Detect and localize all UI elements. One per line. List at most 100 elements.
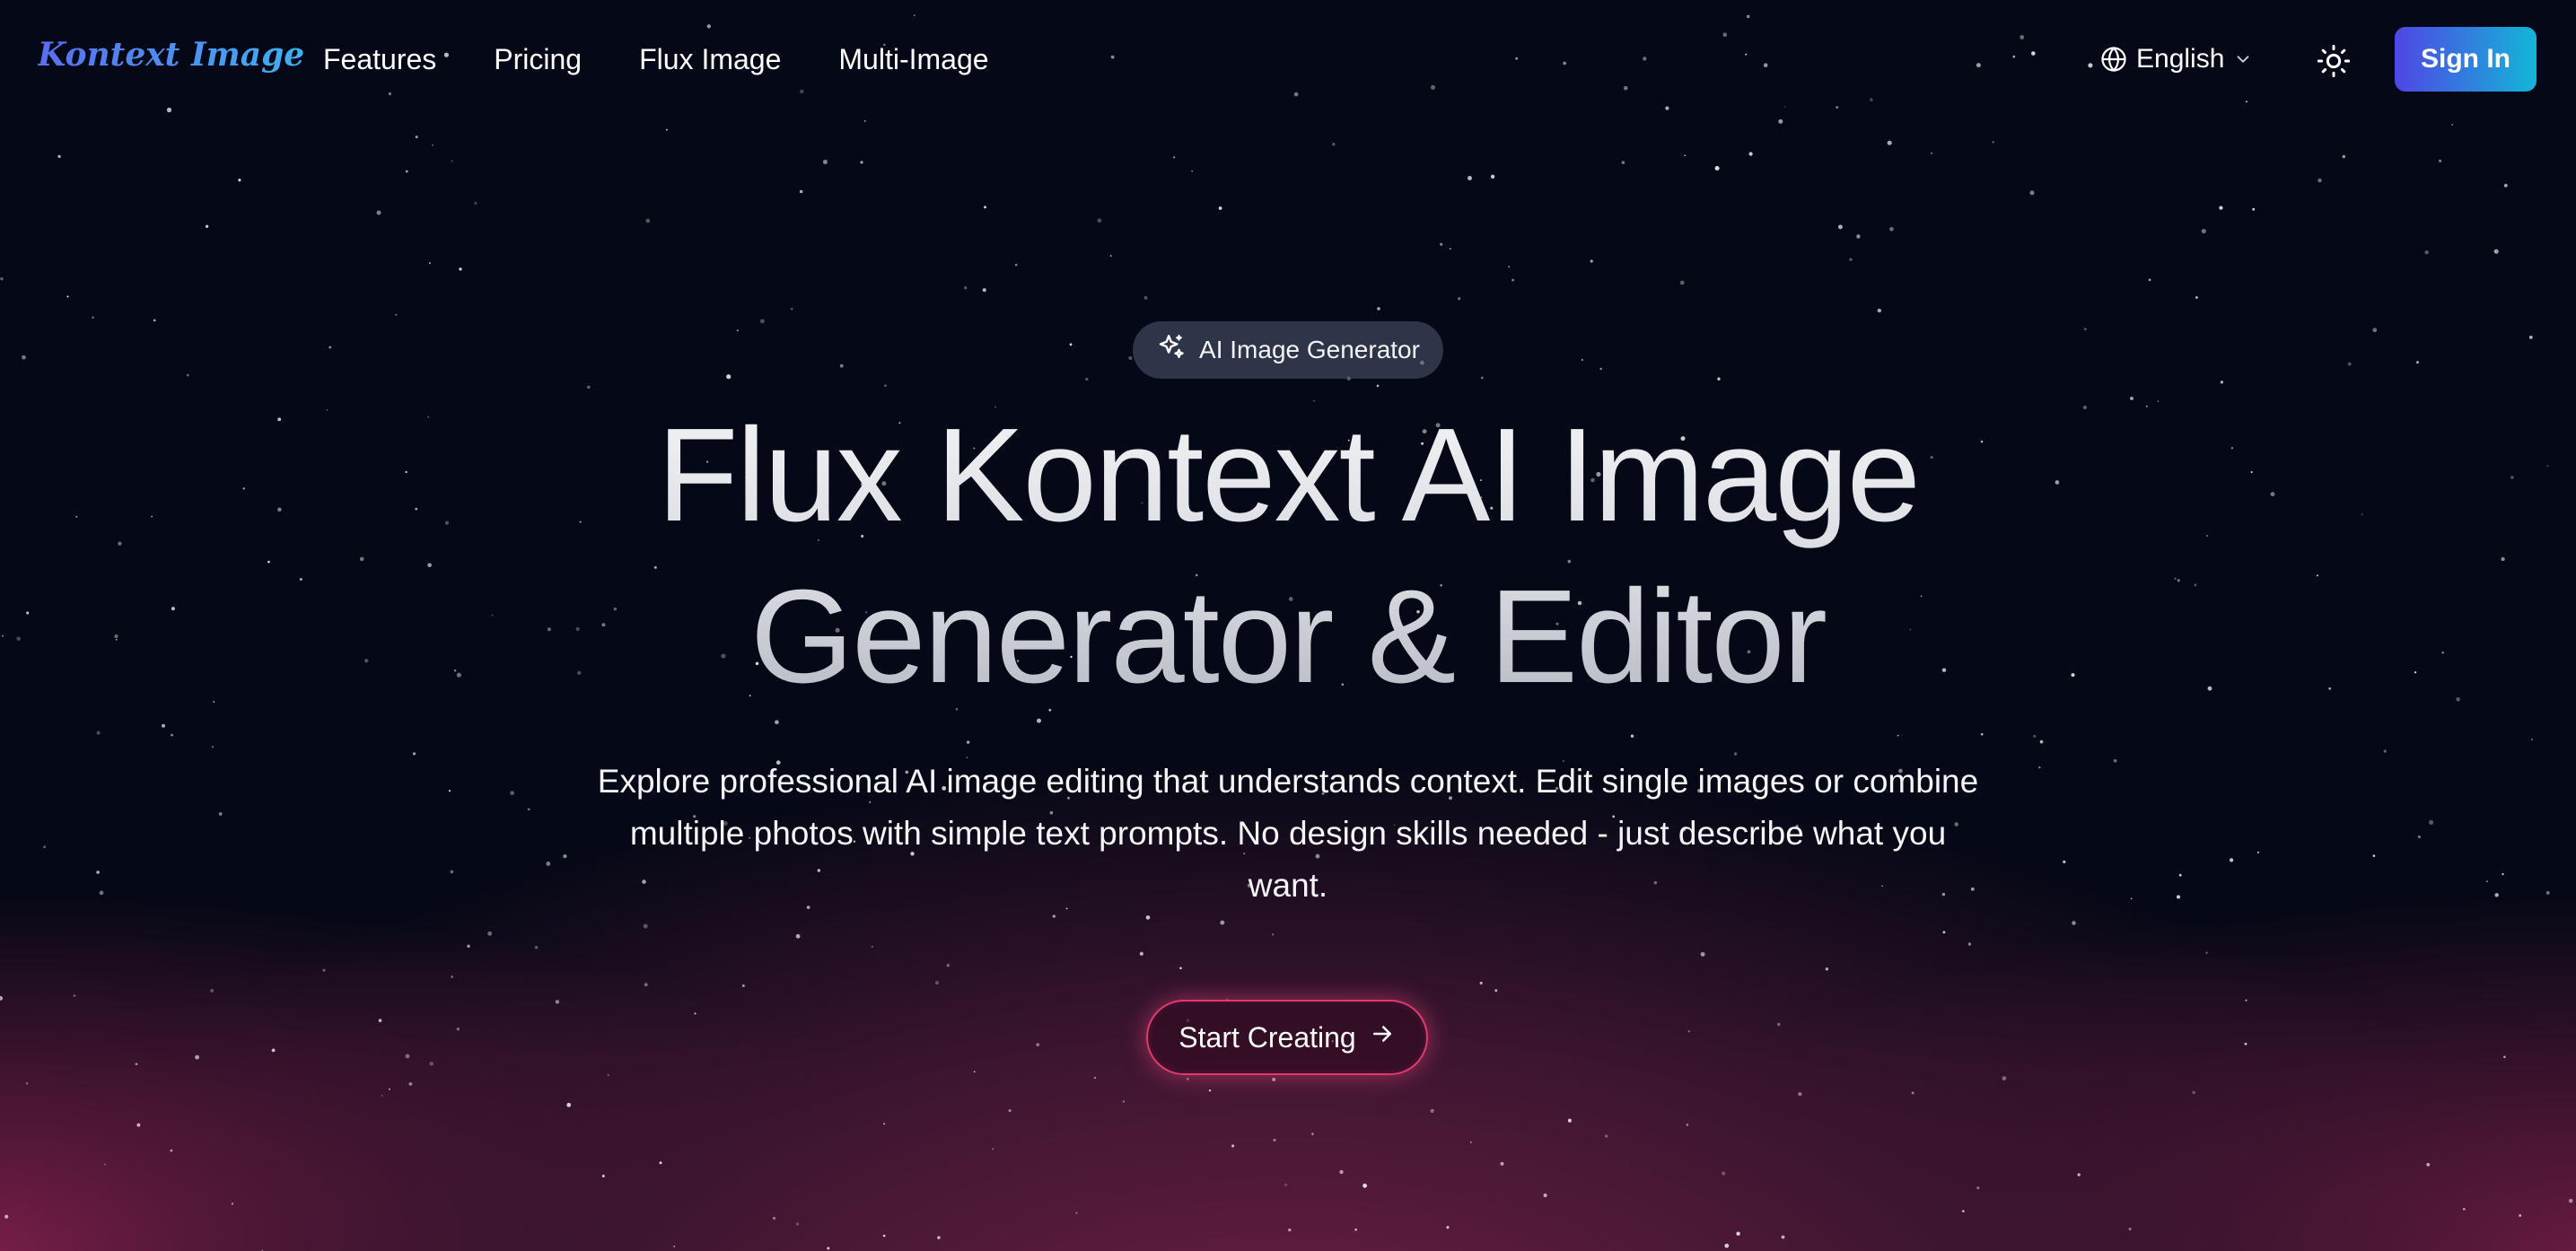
star xyxy=(2568,1198,2573,1203)
star xyxy=(1139,951,1143,956)
star xyxy=(405,170,408,173)
hero-title: Flux Kontext AI Image Generator & Editor xyxy=(390,395,2186,718)
star xyxy=(1494,989,1498,993)
star xyxy=(22,354,26,360)
star xyxy=(2192,1090,2195,1095)
star xyxy=(2,634,4,637)
star xyxy=(883,1123,885,1125)
star xyxy=(775,720,779,724)
star xyxy=(1686,1124,1689,1126)
star xyxy=(1500,1161,1504,1166)
star xyxy=(171,607,175,611)
nav-link-pricing[interactable]: Pricing xyxy=(494,39,582,79)
star xyxy=(1778,118,1783,124)
star xyxy=(432,144,434,146)
star xyxy=(1508,266,1511,268)
star xyxy=(1877,308,1882,313)
star xyxy=(1037,718,1041,723)
star xyxy=(73,993,76,998)
star xyxy=(2113,758,2117,763)
star xyxy=(1036,1043,1040,1046)
star xyxy=(405,1054,410,1059)
star xyxy=(1724,1243,1730,1248)
star xyxy=(527,808,530,811)
star xyxy=(1490,174,1495,179)
star xyxy=(1311,1133,1314,1135)
star xyxy=(1479,981,1483,985)
star xyxy=(566,1102,572,1107)
star xyxy=(822,159,828,165)
star xyxy=(170,1149,173,1152)
star xyxy=(238,179,241,182)
star xyxy=(2342,154,2346,159)
star xyxy=(2372,854,2376,857)
star xyxy=(1109,255,1112,258)
star xyxy=(2545,890,2550,895)
star xyxy=(2130,897,2133,900)
star xyxy=(388,1088,390,1090)
star xyxy=(1736,1231,1740,1236)
star xyxy=(99,890,104,896)
star xyxy=(510,791,514,796)
nav-link-multi-image[interactable]: Multi-Image xyxy=(838,39,988,79)
star xyxy=(136,1123,141,1127)
star xyxy=(2063,860,2066,864)
nav-link-flux-image[interactable]: Flux Image xyxy=(639,39,781,79)
star xyxy=(277,507,282,512)
star xyxy=(151,515,153,518)
star xyxy=(555,1000,560,1004)
star xyxy=(1798,1091,1802,1097)
star xyxy=(1284,1184,1287,1186)
star xyxy=(659,1161,662,1165)
star xyxy=(1377,307,1380,311)
star xyxy=(2318,178,2322,183)
star xyxy=(26,611,30,615)
star xyxy=(1354,1228,1357,1231)
star xyxy=(459,267,462,271)
star xyxy=(2244,1042,2247,1045)
star xyxy=(75,515,78,518)
language-selector[interactable]: English xyxy=(2100,39,2253,79)
star xyxy=(2229,858,2234,862)
star xyxy=(412,752,416,756)
start-creating-button[interactable]: Start Creating xyxy=(1146,1000,1428,1075)
star xyxy=(644,983,648,987)
star xyxy=(973,1071,976,1073)
nav-link-features[interactable]: Features xyxy=(323,39,436,79)
star xyxy=(1014,263,1018,267)
star xyxy=(2456,696,2460,702)
theme-toggle-button[interactable] xyxy=(2316,43,2352,79)
logo[interactable]: Kontext Image xyxy=(38,36,304,74)
star xyxy=(2416,361,2419,364)
star xyxy=(643,923,648,929)
star xyxy=(450,870,454,874)
star xyxy=(0,995,4,1001)
star xyxy=(1458,297,1461,301)
star xyxy=(1748,152,1753,156)
star xyxy=(1075,1212,1078,1214)
star xyxy=(2429,819,2434,825)
star xyxy=(1976,1186,1980,1190)
star xyxy=(546,861,551,866)
star xyxy=(1781,1235,1785,1239)
star xyxy=(1605,1134,1608,1138)
star xyxy=(827,1247,830,1250)
star xyxy=(213,701,215,703)
star xyxy=(2256,851,2260,853)
sign-in-button[interactable]: Sign In xyxy=(2395,27,2537,92)
star xyxy=(1911,1091,1914,1095)
star xyxy=(1288,1228,1292,1232)
star xyxy=(2270,492,2275,497)
star xyxy=(665,128,669,131)
star xyxy=(934,981,940,985)
star xyxy=(982,288,986,293)
star xyxy=(1172,156,1176,159)
main-nav: Features Pricing Flux Image Multi-Image xyxy=(323,39,989,79)
star xyxy=(1069,343,1073,346)
star xyxy=(2039,739,2044,744)
star xyxy=(1961,1210,1965,1212)
star xyxy=(2201,229,2206,234)
chevron-down-icon xyxy=(2233,49,2253,69)
globe-icon xyxy=(2100,46,2127,73)
star xyxy=(1272,1077,1276,1081)
